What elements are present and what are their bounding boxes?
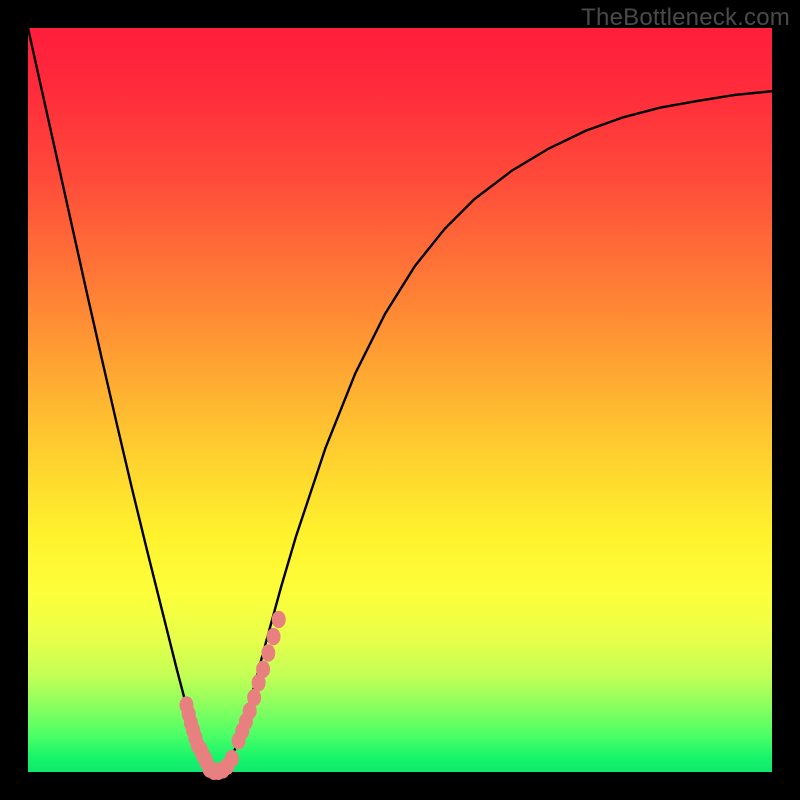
curve-marker — [272, 611, 286, 629]
curve-marker — [247, 689, 261, 707]
curve-marker — [225, 750, 239, 768]
watermark-text: TheBottleneck.com — [581, 4, 790, 32]
chart-plot-area — [28, 28, 772, 772]
curve-markers — [179, 611, 285, 780]
bottleneck-curve — [28, 28, 772, 772]
curve-marker — [267, 628, 281, 646]
curve-marker — [261, 644, 275, 662]
chart-frame: TheBottleneck.com — [0, 0, 800, 800]
chart-svg — [28, 28, 772, 772]
curve-marker — [256, 661, 270, 679]
